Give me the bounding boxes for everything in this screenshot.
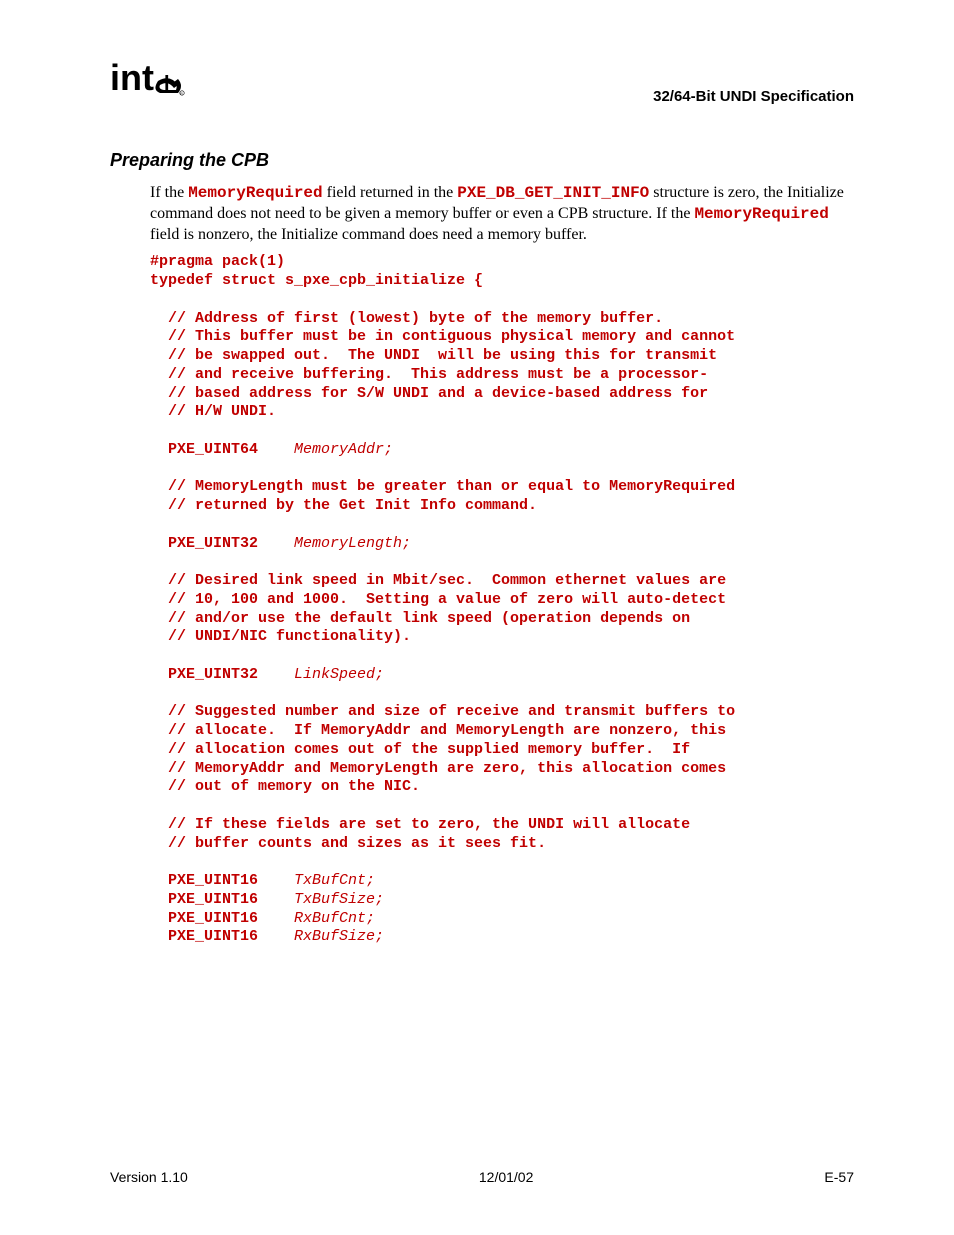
code-line: // UNDI/NIC functionality). <box>150 628 411 645</box>
section-heading: Preparing the CPB <box>110 150 874 171</box>
svg-text:l: l <box>164 73 170 95</box>
code-type: PXE_UINT16 <box>150 910 294 927</box>
code-type: PXE_UINT32 <box>150 666 294 683</box>
code-member: TxBufCnt; <box>294 872 375 889</box>
code-line: // buffer counts and sizes as it sees fi… <box>150 835 546 852</box>
footer-date: 12/01/02 <box>479 1169 534 1185</box>
code-member: TxBufSize; <box>294 891 384 908</box>
code-inline-memreq: MemoryRequired <box>694 205 828 223</box>
code-type: PXE_UINT16 <box>150 891 294 908</box>
page: int l R 32/64-Bit UNDI Specification Pre… <box>0 0 954 1235</box>
code-line: // Suggested number and size of receive … <box>150 703 735 720</box>
code-line: typedef struct s_pxe_cpb_initialize { <box>150 272 483 289</box>
code-line: // and receive buffering. This address m… <box>150 366 708 383</box>
code-type: PXE_UINT64 <box>150 441 294 458</box>
code-line: #pragma pack(1) <box>150 253 285 270</box>
code-line: // If these fields are set to zero, the … <box>150 816 690 833</box>
code-member: MemoryLength; <box>294 535 411 552</box>
code-member: MemoryAddr; <box>294 441 393 458</box>
code-line: // MemoryLength must be greater than or … <box>150 478 735 495</box>
code-type: PXE_UINT32 <box>150 535 294 552</box>
code-line: // Desired link speed in Mbit/sec. Commo… <box>150 572 726 589</box>
code-member: LinkSpeed; <box>294 666 384 683</box>
svg-text:int: int <box>110 60 154 98</box>
code-line: // be swapped out. The UNDI will be usin… <box>150 347 717 364</box>
code-type: PXE_UINT16 <box>150 928 294 945</box>
body-paragraph: If the MemoryRequired field returned in … <box>150 183 854 245</box>
code-line: // MemoryAddr and MemoryLength are zero,… <box>150 760 726 777</box>
footer-version: Version 1.10 <box>110 1169 188 1185</box>
code-member: RxBufSize; <box>294 928 384 945</box>
text-run: If the <box>150 184 188 201</box>
code-line: // allocate. If MemoryAddr and MemoryLen… <box>150 722 726 739</box>
code-block: #pragma pack(1) typedef struct s_pxe_cpb… <box>150 253 874 947</box>
footer: Version 1.10 12/01/02 E-57 <box>110 1169 854 1185</box>
svg-text:R: R <box>180 92 183 96</box>
code-line: // Address of first (lowest) byte of the… <box>150 310 663 327</box>
code-line: // 10, 100 and 1000. Setting a value of … <box>150 591 726 608</box>
code-line: // allocation comes out of the supplied … <box>150 741 690 758</box>
doc-title: 32/64-Bit UNDI Specification <box>653 88 854 105</box>
code-inline-memreq: MemoryRequired <box>188 184 322 202</box>
footer-page: E-57 <box>824 1169 854 1185</box>
code-line: // H/W UNDI. <box>150 403 276 420</box>
code-type: PXE_UINT16 <box>150 872 294 889</box>
code-line: // based address for S/W UNDI and a devi… <box>150 385 708 402</box>
code-line: // out of memory on the NIC. <box>150 778 420 795</box>
intel-logo: int l R <box>110 60 190 105</box>
code-line: // returned by the Get Init Info command… <box>150 497 537 514</box>
text-run: field returned in the <box>323 184 458 201</box>
code-inline-struct: PXE_DB_GET_INIT_INFO <box>457 184 649 202</box>
code-line: // and/or use the default link speed (op… <box>150 610 690 627</box>
text-run: field is nonzero, the Initialize command… <box>150 226 587 243</box>
code-member: RxBufCnt; <box>294 910 375 927</box>
code-line: // This buffer must be in contiguous phy… <box>150 328 735 345</box>
